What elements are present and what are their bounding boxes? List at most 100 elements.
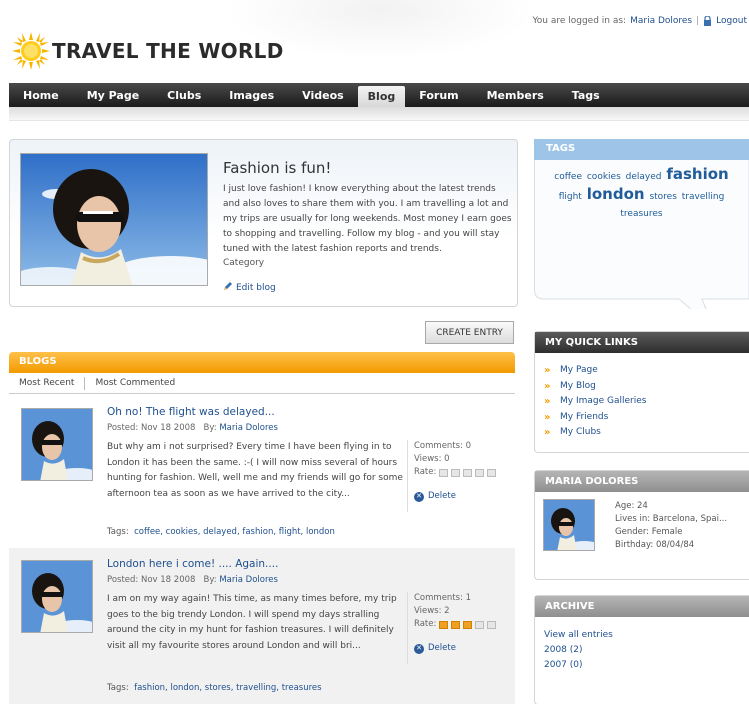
tag-fashion[interactable]: fashion: [666, 165, 728, 183]
quick-link-my-image-galleries[interactable]: » My Image Galleries: [544, 394, 749, 410]
profile-photo: [20, 153, 208, 286]
entry-body: But why am i not surprised? Every time I…: [107, 442, 403, 499]
tag-stores[interactable]: stores: [649, 192, 676, 202]
quick-link-my-page[interactable]: » My Page: [544, 363, 749, 379]
archive-2007-link[interactable]: 2007 (0): [544, 658, 749, 673]
tags-box: TAGS coffee cookies delayed fashion flig…: [534, 139, 749, 309]
entry-tag-links[interactable]: coffee, cookies, delayed, fashion, fligh…: [134, 527, 335, 537]
double-arrow-icon: »: [544, 380, 550, 392]
comments-count: Comments: 1: [414, 593, 472, 603]
author-link[interactable]: Maria Dolores: [219, 575, 278, 585]
user-name-link[interactable]: Maria Dolores: [630, 16, 692, 26]
quick-links-box: MY QUICK LINKS » My Page » My Blog » My Ima…: [534, 331, 749, 453]
rate-label: Rate:: [414, 467, 437, 477]
create-entry-button[interactable]: CREATE ENTRY: [425, 321, 514, 344]
quick-link-my-clubs[interactable]: » My Clubs: [544, 425, 749, 441]
rating-star[interactable]: [451, 468, 461, 477]
tag-cloud: coffee cookies delayed fashion flight lo…: [534, 160, 749, 223]
nav-home[interactable]: Home: [9, 83, 73, 107]
rating-star[interactable]: [487, 620, 497, 629]
comments-count: Comments: 0: [414, 441, 472, 451]
rating-star[interactable]: [475, 620, 485, 629]
nav-clubs[interactable]: Clubs: [153, 83, 215, 107]
rating-star[interactable]: [475, 468, 485, 477]
logged-in-label: You are logged in as:: [532, 16, 627, 26]
rating-star[interactable]: [439, 468, 449, 477]
entry-posted: Posted: Nov 18 2008 By: Maria Dolores: [107, 423, 278, 433]
tag-coffee[interactable]: coffee: [554, 172, 582, 182]
double-arrow-icon: »: [544, 396, 550, 407]
blog-entry: Oh no! The flight was delayed... Posted:…: [9, 396, 515, 545]
blog-title: Fashion is fun!: [223, 159, 332, 177]
double-arrow-icon: »: [544, 411, 550, 423]
quick-link-label: My Blog: [560, 380, 596, 391]
author-link[interactable]: Maria Dolores: [219, 423, 278, 433]
nav-images[interactable]: Images: [215, 83, 288, 107]
user-info-box: MARIA DOLORES Age: 24 Lives in: Barcelon…: [534, 470, 749, 580]
quick-link-label: My Page: [560, 365, 598, 375]
views-count: Views: 2: [414, 606, 450, 616]
tag-travelling[interactable]: travelling: [682, 192, 725, 202]
rating-star[interactable]: [439, 620, 449, 629]
entry-stats: Comments: 0 Views: 0 Rate: ✕ Delete: [407, 440, 515, 512]
quick-link-label: My Image Galleries: [560, 396, 647, 406]
delete-label: Delete: [428, 491, 456, 501]
login-status: You are logged in as: Maria Dolores | Lo…: [532, 15, 747, 26]
edit-blog-link[interactable]: Edit blog: [223, 281, 276, 294]
pencil-icon: [223, 281, 233, 294]
avatar[interactable]: [543, 499, 595, 551]
quick-links-list: » My Page » My Blog » My Image Galleries » M…: [535, 353, 749, 441]
entry-thumbnail[interactable]: [21, 408, 93, 481]
rating-star[interactable]: [463, 468, 473, 477]
entry-tags: Tags: coffee, cookies, delayed, fashion,…: [107, 527, 335, 537]
archive-2008-link[interactable]: 2008 (2): [544, 643, 749, 658]
rating: Rate:: [414, 618, 515, 631]
entry-thumbnail[interactable]: [21, 560, 93, 633]
tag-flight[interactable]: flight: [559, 192, 582, 202]
delete-icon: ✕: [414, 491, 424, 502]
rating: Rate:: [414, 466, 515, 479]
nav-blog[interactable]: Blog: [357, 86, 406, 107]
delete-label: Delete: [428, 643, 456, 653]
user-age: Age: 24: [615, 501, 648, 511]
tag-delayed[interactable]: delayed: [626, 172, 662, 182]
quick-link-my-blog[interactable]: » My Blog: [544, 379, 749, 395]
tag-treasures[interactable]: treasures: [620, 209, 662, 219]
blogs-heading: BLOGS: [9, 352, 515, 373]
tab-most-recent[interactable]: Most Recent: [9, 378, 84, 388]
site-logo[interactable]: TRAVEL THE WORLD: [12, 32, 284, 70]
archive-list: View all entries 2008 (2) 2007 (0): [535, 617, 749, 673]
rating-star[interactable]: [463, 620, 473, 629]
quick-link-label: My Clubs: [560, 427, 601, 437]
views-count: Views: 0: [414, 454, 450, 464]
user-birthday: Birthday: 08/04/84: [615, 540, 695, 550]
rating-star[interactable]: [487, 468, 497, 477]
entry-title-link[interactable]: Oh no! The flight was delayed...: [107, 406, 275, 418]
category-label: Category: [223, 258, 265, 268]
tag-cookies[interactable]: cookies: [587, 172, 621, 182]
rating-star[interactable]: [451, 620, 461, 629]
tag-london[interactable]: london: [587, 185, 645, 203]
lock-icon: [703, 15, 712, 26]
entry-title-link[interactable]: London here i come! .... Again....: [107, 558, 278, 570]
by-label: By:: [203, 575, 217, 585]
sun-logo-icon: [12, 32, 50, 70]
blog-entry: London here i come! .... Again.... Poste…: [9, 548, 515, 704]
entry-tag-links[interactable]: fashion, london, stores, travelling, tre…: [134, 683, 321, 693]
logout-link[interactable]: Logout: [716, 16, 747, 26]
delete-button[interactable]: ✕ Delete: [414, 642, 456, 655]
nav-tags[interactable]: Tags: [558, 83, 614, 107]
tab-most-commented[interactable]: Most Commented: [85, 378, 185, 388]
delete-button[interactable]: ✕ Delete: [414, 490, 456, 503]
nav-videos[interactable]: Videos: [288, 83, 358, 107]
nav-my-page[interactable]: My Page: [73, 83, 153, 107]
quick-link-my-friends[interactable]: » My Friends: [544, 410, 749, 426]
archive-box: ARCHIVE View all entries 2008 (2) 2007 (…: [534, 595, 749, 704]
archive-view-all-link[interactable]: View all entries: [544, 628, 749, 643]
blog-profile-card: Fashion is fun! I just love fashion! I k…: [9, 139, 518, 307]
posted-date: Posted: Nov 18 2008: [107, 575, 196, 585]
nav-members[interactable]: Members: [473, 83, 558, 107]
tags-heading: TAGS: [534, 139, 749, 160]
main-nav: Home My Page Clubs Images Videos Blog Fo…: [9, 83, 749, 107]
nav-forum[interactable]: Forum: [405, 83, 472, 107]
